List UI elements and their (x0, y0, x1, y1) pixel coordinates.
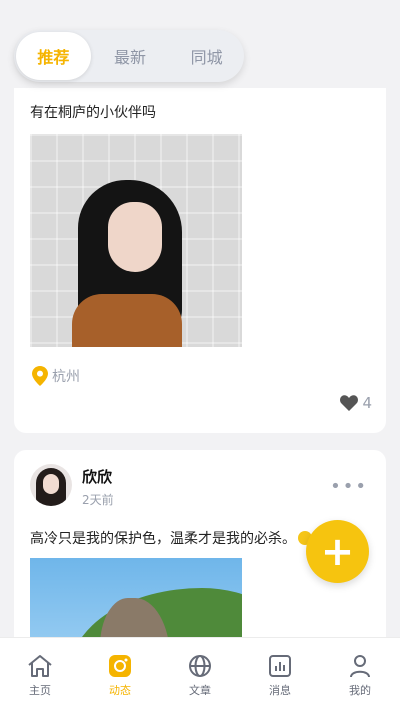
tab-latest[interactable]: 最新 (93, 32, 168, 80)
tab-same-city[interactable]: 同城 (169, 32, 244, 80)
nav-item-profile[interactable]: 我的 (325, 638, 395, 712)
nav-label-moments: 动态 (109, 684, 131, 697)
post-photo[interactable] (30, 134, 242, 347)
post-text-line: 高冷只是我的保护色，温柔才是我的必杀。 (30, 528, 312, 548)
post-location[interactable]: 杭州 (32, 366, 80, 386)
nav-item-home[interactable]: 主页 (5, 638, 75, 712)
nav-label-articles: 文章 (189, 684, 211, 697)
nav-label-profile: 我的 (349, 684, 371, 697)
nav-item-articles[interactable]: 文章 (165, 638, 235, 712)
heart-icon (340, 395, 359, 411)
add-post-button[interactable]: + (306, 520, 369, 583)
username[interactable]: 欣欣 (82, 466, 112, 487)
post-text: 高冷只是我的保护色，温柔才是我的必杀。 (30, 531, 296, 547)
feed-tabs: 推荐 最新 同城 (14, 30, 244, 82)
like-button[interactable]: 4 (340, 394, 372, 412)
moments-icon (109, 655, 131, 677)
more-dots-icon[interactable]: ••• (330, 476, 368, 497)
tab-recommend[interactable]: 推荐 (16, 32, 91, 80)
post-text: 有在桐庐的小伙伴吗 (30, 105, 156, 121)
location-label: 杭州 (52, 369, 80, 385)
like-count: 4 (362, 394, 372, 412)
nav-item-moments[interactable]: 动态 (85, 638, 155, 712)
globe-icon (189, 655, 211, 677)
bottom-nav: 主页 动态 文章 消息 我的 (0, 637, 400, 712)
post-time: 2天前 (82, 493, 114, 507)
post-card[interactable]: 有在桐庐的小伙伴吗 杭州 4 (14, 88, 386, 433)
home-icon (28, 655, 52, 677)
chart-icon (269, 655, 291, 677)
nav-label-home: 主页 (29, 684, 51, 697)
nav-label-messages: 消息 (269, 684, 291, 697)
user-icon (350, 655, 370, 678)
nav-item-messages[interactable]: 消息 (245, 638, 315, 712)
location-pin-icon (32, 366, 48, 386)
avatar[interactable] (30, 464, 72, 506)
